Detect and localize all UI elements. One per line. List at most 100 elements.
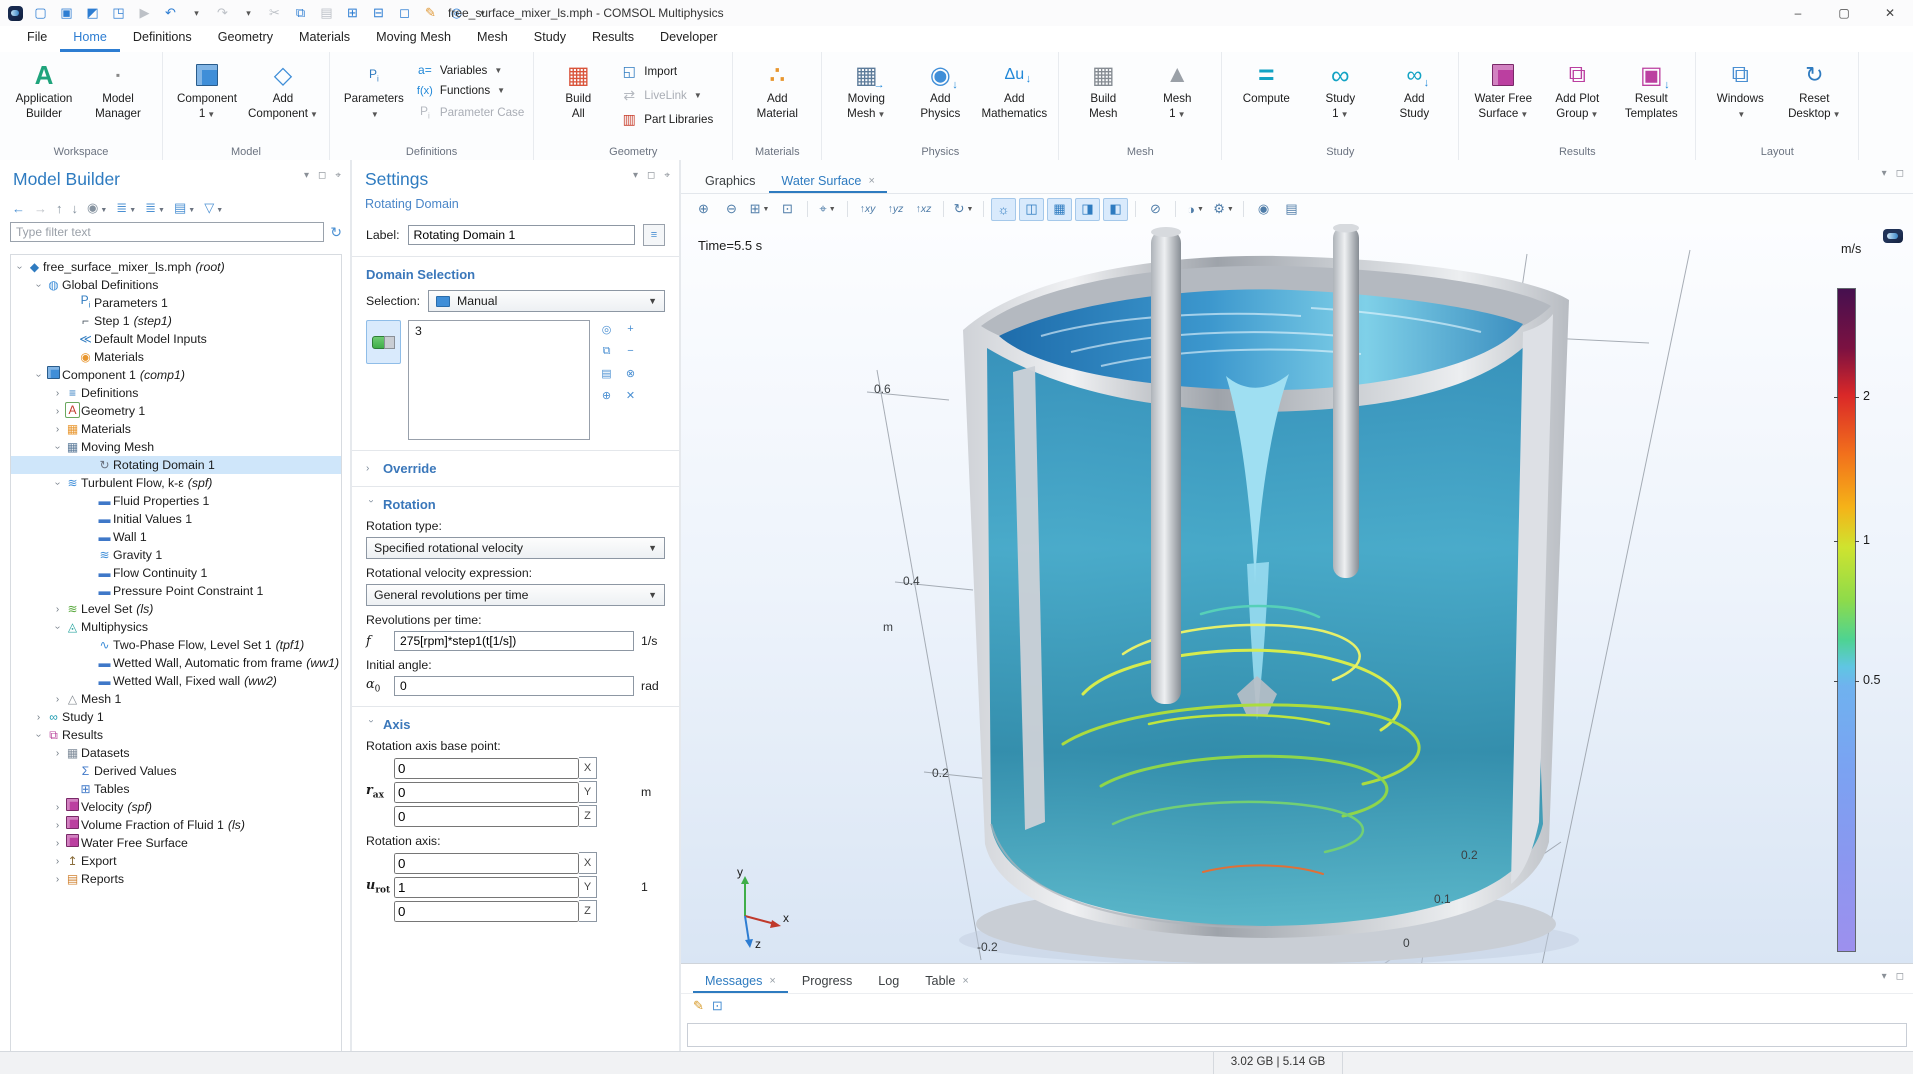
- plot-area[interactable]: Time=5.5 s: [681, 224, 1913, 964]
- build-mesh-button[interactable]: ▦BuildMesh: [1066, 56, 1140, 123]
- panel-float-icon[interactable]: ◻: [318, 170, 326, 181]
- close-button[interactable]: ✕: [1867, 0, 1913, 26]
- close-icon[interactable]: ×: [962, 975, 968, 987]
- compute-button[interactable]: =Compute: [1229, 56, 1303, 110]
- chevron-right-icon[interactable]: ›: [51, 424, 64, 435]
- add-study-button[interactable]: ∞↓AddStudy: [1377, 56, 1451, 123]
- tree-item[interactable]: ›Velocity(spf): [11, 798, 341, 816]
- tree-item[interactable]: ›Water Free Surface: [11, 834, 341, 852]
- initial-angle-input[interactable]: [394, 676, 634, 696]
- tree-item[interactable]: ›Volume Fraction of Fluid 1(ls): [11, 816, 341, 834]
- variables-button[interactable]: a=Variables▼: [415, 63, 524, 77]
- ribbon-tab-results[interactable]: Results: [579, 26, 647, 52]
- tree-item[interactable]: PiParameters 1: [11, 294, 341, 312]
- active-toggle-button[interactable]: [366, 320, 401, 364]
- tree-item[interactable]: ▬Fluid Properties 1: [11, 492, 341, 510]
- remove-from-selection-button[interactable]: −: [621, 342, 640, 360]
- build-all-button[interactable]: ▦BuildAll: [541, 56, 615, 123]
- add-mathematics-button[interactable]: Δu↓AddMathematics: [977, 56, 1051, 123]
- graphics-tab-water-surface[interactable]: Water Surface×: [769, 167, 886, 193]
- node-text-button[interactable]: ▤▼: [174, 200, 195, 216]
- copy-selection-button[interactable]: ⧉: [597, 342, 616, 360]
- color-theme-icon[interactable]: ◑▼: [1183, 198, 1208, 221]
- model-manager-button[interactable]: ▪ModelManager: [81, 56, 155, 123]
- back-button[interactable]: ←: [12, 201, 25, 216]
- close-icon[interactable]: ×: [868, 175, 874, 187]
- tree-item[interactable]: ›↥Export: [11, 852, 341, 870]
- tree-item[interactable]: ◉Materials: [11, 348, 341, 366]
- new-file-icon[interactable]: ▢: [32, 1, 49, 25]
- component-1-button[interactable]: Component1▼: [170, 56, 244, 124]
- part-libraries-button[interactable]: ▥Part Libraries: [619, 111, 723, 128]
- messages-content[interactable]: [687, 1023, 1907, 1047]
- ribbon-tab-file[interactable]: File: [14, 26, 60, 52]
- zoom-in-icon[interactable]: ⊕: [691, 198, 716, 221]
- run-application-icon[interactable]: ▶: [136, 1, 153, 25]
- ribbon-tab-definitions[interactable]: Definitions: [120, 26, 205, 52]
- ribbon-tab-developer[interactable]: Developer: [647, 26, 730, 52]
- show-material-color-icon[interactable]: ◨: [1075, 198, 1100, 221]
- panel-float-icon[interactable]: ◻: [647, 170, 655, 181]
- add-plot-group-button[interactable]: ⧉Add PlotGroup▼: [1540, 56, 1614, 124]
- tree-item[interactable]: ΣDerived Values: [11, 762, 341, 780]
- show-grid-icon[interactable]: ▦: [1047, 198, 1072, 221]
- tree-item[interactable]: ›◬Multiphysics: [11, 618, 341, 636]
- zoom-to-selection-button[interactable]: ⊕: [597, 386, 616, 404]
- go-to-default-view-icon[interactable]: ⌖▼: [815, 198, 840, 221]
- cut-icon[interactable]: ✂: [266, 1, 283, 25]
- ribbon-tab-study[interactable]: Study: [521, 26, 579, 52]
- paste-selection-button[interactable]: ▤: [597, 364, 616, 382]
- base-point-x-input[interactable]: [394, 758, 579, 779]
- maximize-button[interactable]: ▢: [1821, 0, 1867, 26]
- collapse-nodes-button[interactable]: ≣▼: [145, 200, 165, 216]
- tree-item[interactable]: ›◍Global Definitions: [11, 276, 341, 294]
- zoom-box-icon[interactable]: ⊞▼: [747, 198, 772, 221]
- panel-float-icon[interactable]: ◻: [1896, 971, 1904, 982]
- chevron-right-icon[interactable]: ›: [51, 694, 64, 705]
- zoom-out-icon[interactable]: ⊖: [719, 198, 744, 221]
- dock-tab-table[interactable]: Table×: [913, 968, 981, 993]
- water-free-surface-button[interactable]: Water FreeSurface▼: [1466, 56, 1540, 124]
- study-1-button[interactable]: ∞Study1▼: [1303, 56, 1377, 124]
- copy-icon[interactable]: ⧉: [292, 1, 309, 25]
- section-domain-selection[interactable]: Domain Selection: [366, 267, 665, 282]
- deselect-button[interactable]: ✕: [621, 386, 640, 404]
- save-icon[interactable]: ◩: [84, 1, 101, 25]
- tree-item[interactable]: ›▤Reports: [11, 870, 341, 888]
- redo-icon[interactable]: ↷: [214, 1, 231, 25]
- scene-light-icon[interactable]: ☼: [991, 198, 1016, 221]
- close-icon[interactable]: ×: [769, 975, 775, 987]
- import-button[interactable]: ◱Import: [619, 63, 723, 80]
- tree-item[interactable]: ∿Two-Phase Flow, Level Set 1(tpf1): [11, 636, 341, 654]
- tree-filter-input[interactable]: [10, 222, 324, 242]
- graphics-settings-icon[interactable]: ⚙▼: [1211, 198, 1236, 221]
- ribbon-tab-materials[interactable]: Materials: [286, 26, 363, 52]
- panel-menu-icon[interactable]: ▾: [1882, 971, 1887, 982]
- tree-item[interactable]: ›⧉Results: [11, 726, 341, 744]
- tree-item[interactable]: ›≋Turbulent Flow, k-ε(spf): [11, 474, 341, 492]
- tree-item[interactable]: ▬Pressure Point Constraint 1: [11, 582, 341, 600]
- split-view-icon[interactable]: ◧: [1103, 198, 1128, 221]
- add-component-button[interactable]: ◇AddComponent▼: [244, 56, 322, 124]
- section-override[interactable]: › Override: [366, 461, 665, 476]
- chevron-down-icon[interactable]: ›: [52, 441, 63, 454]
- show-button[interactable]: ◉▼: [87, 200, 107, 216]
- tree-item[interactable]: ⌐Step 1(step1): [11, 312, 341, 330]
- rotation-type-dropdown[interactable]: Specified rotational velocity ▼: [366, 537, 665, 559]
- dock-tab-progress[interactable]: Progress: [790, 968, 864, 993]
- panel-menu-icon[interactable]: ▾: [1882, 168, 1887, 179]
- ribbon-tab-geometry[interactable]: Geometry: [205, 26, 286, 52]
- tree-item[interactable]: ▬Wetted Wall, Automatic from frame(ww1): [11, 654, 341, 672]
- forward-button[interactable]: →: [34, 201, 47, 216]
- select-box-icon[interactable]: ◻: [396, 1, 413, 25]
- transparency-icon[interactable]: ◫: [1019, 198, 1044, 221]
- mesh-1-button[interactable]: ▲Mesh1▼: [1140, 56, 1214, 124]
- clear-messages-icon[interactable]: ✎: [693, 998, 704, 1014]
- view-xy-icon[interactable]: ↑xy: [855, 198, 880, 221]
- chevron-down-icon[interactable]: ›: [33, 369, 44, 382]
- dock-tab-messages[interactable]: Messages×: [693, 968, 788, 993]
- edit-comment-button[interactable]: ≡: [643, 224, 665, 246]
- panel-menu-icon[interactable]: ▾: [304, 170, 309, 181]
- create-selection-button[interactable]: ◎: [597, 320, 616, 338]
- section-axis[interactable]: › Axis: [366, 717, 665, 732]
